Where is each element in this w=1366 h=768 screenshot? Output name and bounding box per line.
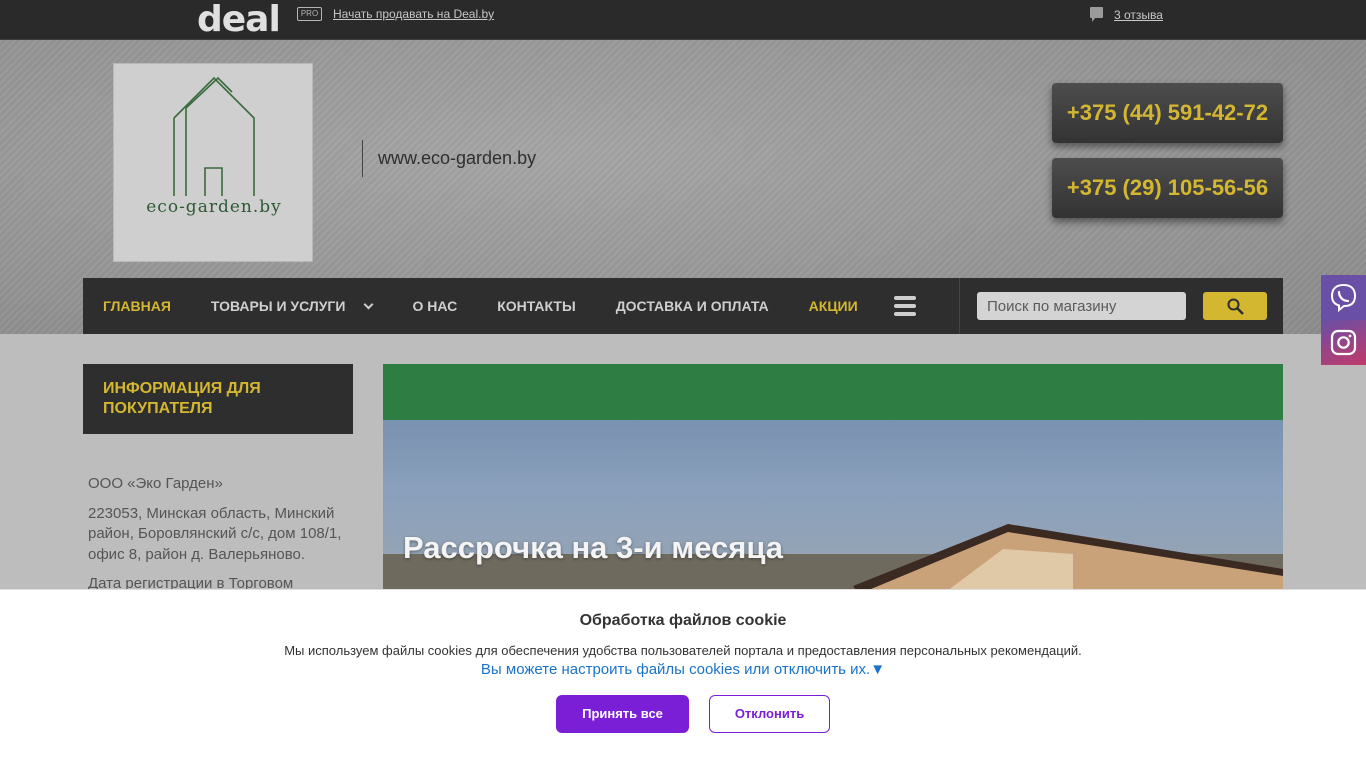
deal-logo[interactable]: deal: [197, 2, 281, 38]
nav-item-products[interactable]: Товары и услуги: [210, 298, 374, 314]
phone-primary[interactable]: +375 (44) 591-42-72: [1052, 83, 1283, 143]
viber-icon: [1330, 283, 1357, 312]
sidebar-title: Информация для покупателя: [103, 380, 261, 417]
reviews-label[interactable]: 3 отзыва: [1114, 8, 1163, 22]
comment-icon: [1090, 7, 1104, 23]
nav-item-home[interactable]: Главная: [103, 298, 171, 314]
cookie-description: Мы используем файлы cookies для обеспече…: [284, 643, 1082, 658]
search-bar: [959, 278, 1283, 334]
instagram-icon: [1330, 329, 1357, 356]
decline-button[interactable]: Отклонить: [709, 695, 830, 733]
cookie-settings-link[interactable]: Вы можете настроить файлы cookies или от…: [0, 661, 1366, 678]
search-icon: [1227, 298, 1244, 315]
sidebar-info: ООО «Эко Гарден» 223053, Минская область…: [83, 434, 353, 594]
cookie-title: Обработка файлов cookie: [579, 612, 787, 629]
menu-icon[interactable]: [893, 296, 916, 316]
company-name: ООО «Эко Гарден»: [88, 475, 223, 492]
company-logo[interactable]: eco-garden.by: [113, 63, 313, 262]
company-address: 223053, Минская область, Минский район, …: [88, 504, 342, 563]
nav-item-about[interactable]: О нас: [412, 298, 457, 314]
nav-item-products-label: Товары и услуги: [210, 298, 346, 314]
nav-item-promotions[interactable]: Акции: [809, 298, 858, 314]
nav-item-contacts[interactable]: Контакты: [497, 298, 575, 314]
accept-all-button[interactable]: Принять все: [556, 695, 689, 733]
search-button[interactable]: [1203, 292, 1267, 320]
search-input[interactable]: [977, 292, 1186, 320]
reviews-link[interactable]: 3 отзыва: [1090, 7, 1163, 23]
start-selling-link[interactable]: Начать продавать на Deal.by: [333, 7, 494, 21]
pro-badge: PRO: [297, 7, 322, 21]
house-logo-icon: [173, 76, 255, 196]
nav-item-delivery[interactable]: Доставка и оплата: [616, 298, 769, 314]
site-url: www.eco-garden.by: [378, 148, 537, 168]
phone-secondary[interactable]: +375 (29) 105-56-56: [1052, 158, 1283, 218]
main-nav: Главная Товары и услуги О нас Контакты Д…: [83, 278, 959, 334]
deal-topbar: deal PRO Начать продавать на Deal.by 3 о…: [0, 0, 1366, 40]
banner-headline: Рассрочка на 3-и месяца: [403, 530, 784, 565]
banner-top-strip: [383, 364, 1283, 420]
cookie-banner: Обработка файлов cookie Мы используем фа…: [0, 589, 1366, 768]
logo-text: eco-garden.by: [146, 197, 282, 217]
promo-banner[interactable]: Рассрочка на 3-и месяца: [383, 364, 1283, 594]
viber-button[interactable]: [1321, 275, 1366, 320]
sidebar-header: Информация для покупателя: [83, 364, 353, 434]
instagram-button[interactable]: [1321, 320, 1366, 365]
chevron-down-icon: [363, 299, 374, 310]
header-divider: [362, 140, 363, 177]
